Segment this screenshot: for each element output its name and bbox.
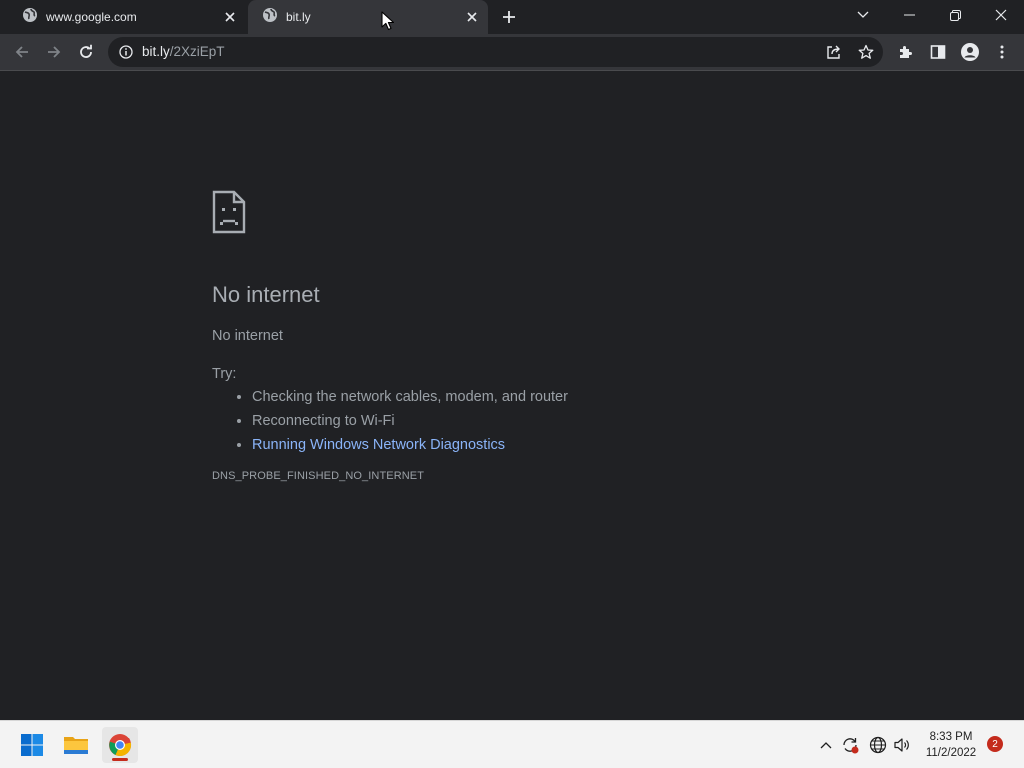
suggestion-text: Reconnecting to Wi-Fi [252, 413, 395, 429]
clock[interactable]: 8:33 PM 11/2/2022 [918, 729, 984, 761]
clock-time: 8:33 PM [929, 731, 973, 743]
network-diagnostics-link[interactable]: Running Windows Network Diagnostics [252, 437, 505, 453]
profile-icon[interactable] [956, 38, 984, 66]
sync-icon[interactable] [839, 734, 861, 756]
tab-strip: www.google.com bit.ly [0, 0, 1024, 34]
try-label: Try: [212, 366, 237, 382]
error-container: No internet No internet Try: Checking th… [212, 190, 812, 482]
bookmark-star-icon[interactable] [855, 41, 877, 63]
globe-icon [262, 7, 278, 28]
info-icon[interactable] [115, 41, 137, 63]
url-path: /2XziEpT [169, 44, 225, 59]
restore-button[interactable] [932, 0, 978, 30]
reload-button[interactable] [72, 38, 100, 66]
close-tab-icon[interactable] [464, 9, 480, 25]
url-text[interactable]: bit.ly/2XziEpT [142, 44, 225, 59]
windows-start-icon[interactable] [14, 727, 50, 763]
suggestion-item: Reconnecting to Wi-Fi [252, 413, 812, 430]
suggestion-item: Running Windows Network Diagnostics [252, 437, 812, 454]
suggestions-list: Checking the network cables, modem, and … [252, 389, 812, 454]
show-hidden-icons-chevron-up-icon[interactable] [815, 734, 837, 756]
tab-bitly[interactable]: bit.ly [248, 0, 488, 34]
browser-toolbar: bit.ly/2XziEpT [0, 34, 1024, 71]
close-window-button[interactable] [978, 0, 1024, 30]
taskbar: 8:33 PM 11/2/2022 [0, 720, 1024, 768]
tab-title: www.google.com [46, 10, 137, 24]
volume-icon[interactable] [891, 734, 913, 756]
tab-google[interactable]: www.google.com [8, 0, 246, 34]
suggestion-text: Checking the network cables, modem, and … [252, 389, 568, 405]
page-content: No internet No internet Try: Checking th… [0, 72, 1024, 720]
side-panel-icon[interactable] [924, 38, 952, 66]
new-tab-button[interactable] [497, 6, 521, 28]
error-subtitle: No internet [212, 328, 283, 344]
notification-badge[interactable]: 2 [987, 736, 1003, 752]
back-button[interactable] [8, 38, 36, 66]
file-explorer-icon[interactable] [58, 727, 94, 763]
forward-button[interactable] [40, 38, 68, 66]
sad-page-icon [212, 190, 246, 234]
chrome-icon[interactable] [102, 727, 138, 763]
url-host: bit.ly [142, 44, 170, 59]
error-heading: No internet [212, 282, 320, 307]
clock-date: 11/2/2022 [925, 747, 977, 759]
close-tab-icon[interactable] [222, 9, 238, 25]
active-app-indicator [112, 758, 128, 761]
network-globe-icon[interactable] [867, 734, 889, 756]
address-bar[interactable]: bit.ly/2XziEpT [108, 37, 883, 67]
menu-kebab-icon[interactable] [988, 38, 1016, 66]
globe-icon [22, 7, 38, 28]
mouse-cursor-icon [381, 11, 395, 31]
tab-search-button[interactable] [840, 0, 886, 30]
error-code: DNS_PROBE_FINISHED_NO_INTERNET [212, 470, 425, 482]
minimize-button[interactable] [886, 0, 932, 30]
tab-title: bit.ly [286, 10, 311, 24]
share-icon[interactable] [823, 41, 845, 63]
suggestion-item: Checking the network cables, modem, and … [252, 389, 812, 406]
extensions-icon[interactable] [892, 38, 920, 66]
